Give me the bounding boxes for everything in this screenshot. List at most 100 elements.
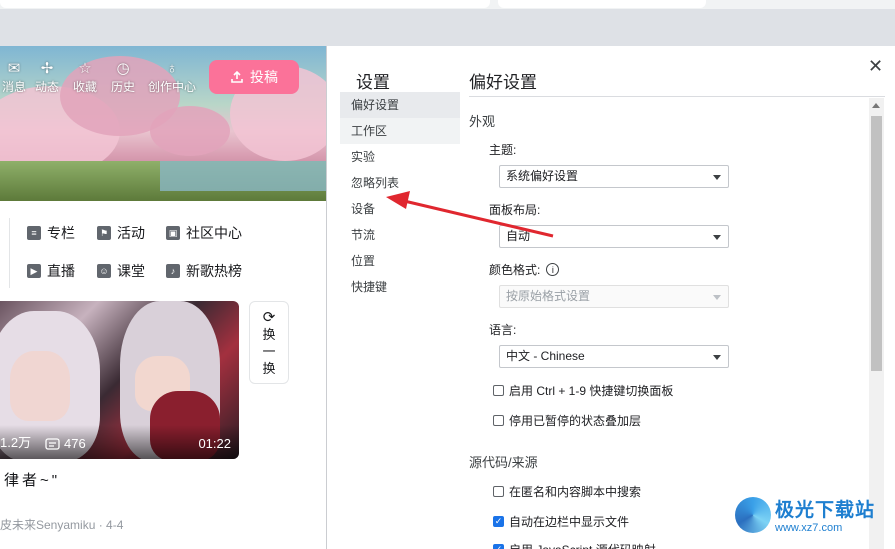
divider xyxy=(469,96,885,97)
view-count-value: 1.2万 xyxy=(0,435,32,450)
refresh-char: 换 xyxy=(262,326,276,342)
checkbox-label: 在匿名和内容脚本中搜索 xyxy=(509,485,642,499)
color-format-label-text: 颜色格式: xyxy=(489,263,541,277)
category-label: 社区中心 xyxy=(186,225,242,241)
flag-icon: ⚑ xyxy=(97,226,111,240)
category-label: 活动 xyxy=(117,225,145,241)
danmaku-icon xyxy=(45,437,60,450)
browser-tab[interactable] xyxy=(0,0,490,8)
category-column[interactable]: ≡ 专栏 xyxy=(27,223,75,243)
language-label: 语言: xyxy=(489,321,516,338)
settings-title: 设置 xyxy=(356,73,390,92)
content-title: 偏好设置 xyxy=(469,73,537,92)
refresh-char: 换 xyxy=(262,360,276,376)
divider xyxy=(9,218,10,288)
chevron-down-icon xyxy=(713,175,721,180)
upload-label: 投稿 xyxy=(250,69,278,85)
checkbox[interactable] xyxy=(493,486,504,497)
settings-nav-preferences[interactable]: 偏好设置 xyxy=(340,92,460,118)
panel-layout-label-text: 面板布局: xyxy=(489,203,541,217)
top-nav: ✉ 消息 ✢ 动态 ☆ 收藏 ◷ 历史 ♁ 创作中心 xyxy=(0,58,202,95)
nav-dynamic[interactable]: ✢ 动态 xyxy=(28,58,66,95)
watermark-logo-icon xyxy=(735,496,771,533)
panel-layout-select[interactable]: 自动 xyxy=(499,225,729,248)
search-anonymous-checkbox-row[interactable]: 在匿名和内容脚本中搜索 xyxy=(493,483,641,500)
language-select[interactable]: 中文 - Chinese xyxy=(499,345,729,368)
upload-icon xyxy=(231,70,243,83)
video-thumbnail[interactable]: 1.2万 476 01:22 xyxy=(0,301,239,459)
reveal-in-sidebar-checkbox-row[interactable]: ✓ 自动在边栏中显示文件 xyxy=(493,513,629,530)
nav-label: 历史 xyxy=(110,80,135,94)
checkbox[interactable] xyxy=(493,385,504,396)
settings-nav-throttling[interactable]: 节流 xyxy=(340,222,460,248)
panel-layout-label: 面板布局: xyxy=(489,201,540,218)
browser-tab[interactable] xyxy=(498,0,706,8)
settings-nav-shortcuts[interactable]: 快捷键 xyxy=(340,274,460,300)
settings-nav-ignore-list[interactable]: 忽略列表 xyxy=(340,170,460,196)
browser-chrome xyxy=(0,0,895,46)
color-format-value: 按原始格式设置 xyxy=(506,289,591,303)
color-format-label: 颜色格式: i xyxy=(489,261,560,278)
mail-icon: ✉ xyxy=(7,60,21,77)
theme-select-value: 系统偏好设置 xyxy=(506,169,579,183)
scroll-up-icon[interactable] xyxy=(872,103,880,108)
info-icon[interactable]: i xyxy=(546,263,560,276)
category-live[interactable]: ▶ 直播 xyxy=(27,261,75,281)
nav-label: 动态 xyxy=(34,80,59,94)
theme-label-text: 主题: xyxy=(489,143,517,157)
music-icon: ♪ xyxy=(166,264,180,278)
nav-label: 收藏 xyxy=(72,80,97,94)
nav-messages[interactable]: ✉ 消息 xyxy=(0,58,28,95)
class-icon: ☺ xyxy=(97,264,111,278)
checkbox-checked[interactable]: ✓ xyxy=(493,516,504,527)
language-value: 中文 - Chinese xyxy=(506,349,585,363)
paused-overlay-checkbox-row[interactable]: 停用已暂停的状态叠加层 xyxy=(493,412,641,429)
banner-water xyxy=(160,161,326,191)
video-author[interactable]: 皮未来Senyamiku · 4-4 xyxy=(0,516,123,533)
upload-button[interactable]: 投稿 xyxy=(209,60,299,94)
watermark-main: 极光下载站 xyxy=(775,500,876,521)
refresh-icon: ⟳ xyxy=(262,308,276,326)
settings-nav-workspace[interactable]: 工作区 xyxy=(340,118,460,144)
settings-nav-devices[interactable]: 设备 xyxy=(340,196,460,222)
category-label: 新歌热榜 xyxy=(186,263,242,279)
community-icon: ▣ xyxy=(166,226,180,240)
category-activity[interactable]: ⚑ 活动 xyxy=(97,223,145,243)
section-appearance: 外观 xyxy=(469,114,496,129)
video-title[interactable]: 律者~" xyxy=(4,469,60,490)
panel-layout-value: 自动 xyxy=(506,229,531,243)
checkbox-label: 启用 JavaScript 源代码映射 xyxy=(509,541,656,549)
watermark-sub: www.xz7.com xyxy=(775,522,843,534)
category-label: 直播 xyxy=(47,263,75,279)
header-banner: ✉ 消息 ✢ 动态 ☆ 收藏 ◷ 历史 ♁ 创作中心 投稿 xyxy=(0,46,326,201)
column-icon: ≡ xyxy=(27,226,41,240)
close-icon[interactable]: ✕ xyxy=(868,56,883,77)
scrollbar-thumb[interactable] xyxy=(871,116,882,371)
category-label: 专栏 xyxy=(47,225,75,241)
settings-scrollbar[interactable] xyxy=(869,98,884,549)
settings-nav: 偏好设置 工作区 实验 忽略列表 设备 节流 位置 快捷键 xyxy=(340,92,460,300)
nav-favorites[interactable]: ☆ 收藏 xyxy=(66,58,104,95)
color-format-select: 按原始格式设置 xyxy=(499,285,729,308)
nav-history[interactable]: ◷ 历史 xyxy=(104,58,142,95)
category-music[interactable]: ♪ 新歌热榜 xyxy=(166,261,242,281)
settings-nav-experiments[interactable]: 实验 xyxy=(340,144,460,170)
nav-label: 创作中心 xyxy=(147,80,196,94)
checkbox[interactable] xyxy=(493,415,504,426)
watermark-text: 极光下载站 www.xz7.com xyxy=(775,495,875,534)
checkbox-label: 自动在边栏中显示文件 xyxy=(509,515,630,529)
chevron-down-icon xyxy=(713,235,721,240)
category-class[interactable]: ☺ 课堂 xyxy=(97,261,145,281)
refresh-button[interactable]: ⟳ 换 一 换 xyxy=(249,301,289,384)
web-page: ✉ 消息 ✢ 动态 ☆ 收藏 ◷ 历史 ♁ 创作中心 投稿 ≡ 专栏 ⚑ 活动 … xyxy=(0,46,326,549)
category-community[interactable]: ▣ 社区中心 xyxy=(166,223,242,243)
chevron-down-icon xyxy=(713,295,721,300)
thumb-figure xyxy=(10,351,70,421)
theme-select[interactable]: 系统偏好设置 xyxy=(499,165,729,188)
settings-nav-locations[interactable]: 位置 xyxy=(340,248,460,274)
nav-creator-center[interactable]: ♁ 创作中心 xyxy=(142,58,202,95)
refresh-char: 一 xyxy=(262,343,276,359)
source-maps-checkbox-row[interactable]: ✓ 启用 JavaScript 源代码映射 xyxy=(493,541,656,549)
checkbox-checked[interactable]: ✓ xyxy=(493,544,504,549)
ctrl-shortcut-checkbox-row[interactable]: 启用 Ctrl + 1-9 快捷键切换面板 xyxy=(493,382,673,399)
